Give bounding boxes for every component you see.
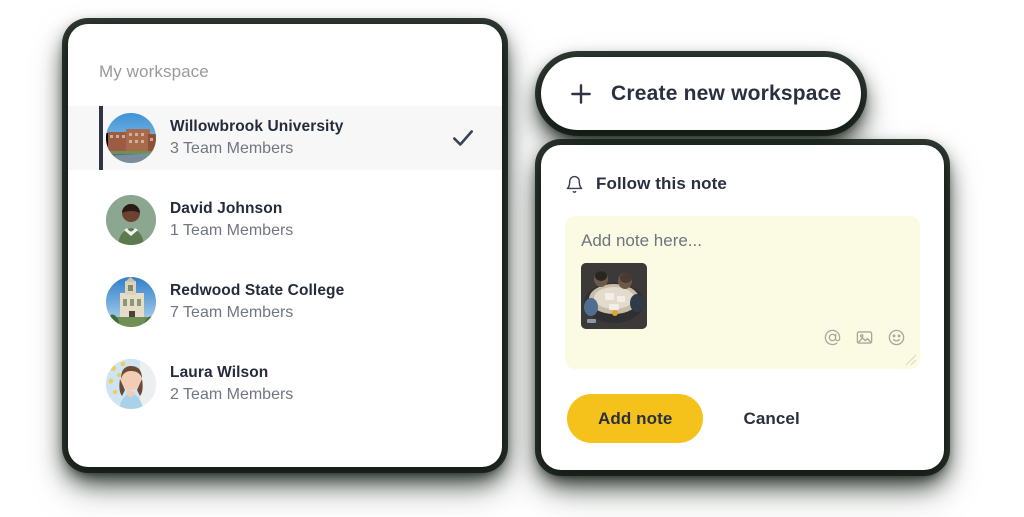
avatar bbox=[106, 195, 156, 245]
workspace-list: Willowbrook University 3 Team Members Da… bbox=[68, 106, 502, 416]
list-item[interactable]: Redwood State College 7 Team Members bbox=[68, 270, 502, 334]
workspace-members: 3 Team Members bbox=[170, 139, 294, 157]
cancel-button[interactable]: Cancel bbox=[743, 409, 799, 429]
bell-icon bbox=[565, 175, 584, 194]
workspace-name: Redwood State College bbox=[170, 281, 345, 299]
plus-icon bbox=[568, 81, 594, 107]
avatar bbox=[106, 277, 156, 327]
note-toolbar bbox=[823, 328, 906, 347]
list-item-text: David Johnson 1 Team Members bbox=[170, 199, 293, 241]
workspace-members: 2 Team Members bbox=[170, 385, 294, 403]
list-item[interactable]: David Johnson 1 Team Members bbox=[68, 188, 502, 252]
avatar bbox=[106, 359, 156, 409]
note-input-placeholder: Add note here... bbox=[581, 231, 702, 250]
note-card-title: Follow this note bbox=[596, 174, 727, 193]
list-item[interactable]: Willowbrook University 3 Team Members bbox=[68, 106, 502, 170]
image-icon[interactable] bbox=[855, 328, 874, 347]
emoji-icon[interactable] bbox=[887, 328, 906, 347]
note-input[interactable]: Add note here... bbox=[565, 216, 920, 369]
page-title: My workspace bbox=[99, 62, 209, 81]
resize-handle[interactable] bbox=[904, 353, 917, 366]
add-note-button[interactable]: Add note bbox=[567, 394, 704, 443]
list-item[interactable]: Laura Wilson 2 Team Members bbox=[68, 352, 502, 416]
mention-icon[interactable] bbox=[823, 328, 842, 347]
workspace-name: Laura Wilson bbox=[170, 363, 269, 381]
workspace-panel: My workspace Willowbrook University 3 Te… bbox=[68, 24, 502, 467]
avatar bbox=[106, 113, 156, 163]
note-card-header: Follow this note bbox=[565, 171, 920, 197]
workspace-members: 1 Team Members bbox=[170, 221, 294, 239]
workspace-name: David Johnson bbox=[170, 199, 283, 217]
note-actions: Add note Cancel bbox=[565, 394, 920, 443]
list-item-text: Willowbrook University 3 Team Members bbox=[170, 117, 343, 159]
workspace-name: Willowbrook University bbox=[170, 117, 344, 135]
create-new-workspace-label: Create new workspace bbox=[611, 81, 842, 105]
note-attachment-thumbnail[interactable] bbox=[581, 263, 647, 329]
create-new-workspace-button[interactable]: Create new workspace bbox=[541, 57, 861, 130]
note-card: Follow this note Add note here... Add no… bbox=[541, 145, 944, 470]
list-item-text: Redwood State College 7 Team Members bbox=[170, 281, 344, 323]
screen-root: My workspace Willowbrook University 3 Te… bbox=[0, 0, 1024, 517]
check-icon bbox=[450, 125, 476, 151]
list-item-text: Laura Wilson 2 Team Members bbox=[170, 363, 293, 405]
workspace-members: 7 Team Members bbox=[170, 303, 294, 321]
